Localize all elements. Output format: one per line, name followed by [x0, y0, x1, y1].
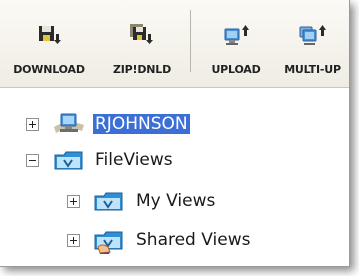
multi-upload-button[interactable]: MULTI-UP — [276, 0, 349, 87]
download-button[interactable]: DOWNLOAD — [0, 0, 98, 87]
zip-download-button[interactable]: ZIP!DNLD — [98, 0, 186, 87]
upload-computer-icon — [224, 25, 249, 45]
file-browser-window: DOWNLOAD ZIP!DNLD UPLOAD MULTI-UP RJOHNS… — [0, 0, 350, 267]
upload-label: UPLOAD — [211, 63, 261, 76]
tree-node-fileviews[interactable]: FileViews — [0, 146, 349, 178]
tree-node-my-views[interactable]: My Views — [0, 187, 349, 219]
multi-upload-label: MULTI-UP — [284, 63, 341, 76]
upload-button[interactable]: UPLOAD — [196, 0, 276, 87]
floppy-download-icon — [39, 26, 61, 44]
network-computer-icon — [54, 113, 84, 133]
toolbar: DOWNLOAD ZIP!DNLD UPLOAD MULTI-UP — [0, 0, 349, 88]
expand-toggle[interactable] — [26, 118, 39, 131]
toolbar-separator — [190, 10, 191, 72]
tree-node-label: FileViews — [95, 150, 173, 170]
shared-folder-icon — [94, 231, 123, 254]
collapse-toggle[interactable] — [26, 154, 39, 167]
expand-toggle[interactable] — [67, 234, 80, 247]
folder-icon — [94, 192, 123, 211]
tree-node-label: RJOHNSON — [93, 114, 190, 134]
expand-toggle[interactable] — [67, 195, 80, 208]
tree-node-shared-views[interactable]: Shared Views — [0, 226, 349, 258]
tree-node-label: My Views — [136, 191, 216, 211]
multi-upload-computer-icon — [299, 25, 326, 45]
zip-download-icon — [130, 24, 153, 44]
tree-node-rjohnson[interactable]: RJOHNSON — [0, 110, 349, 142]
fileviews-folder-icon — [54, 151, 83, 170]
tree-node-label: Shared Views — [136, 230, 251, 250]
folder-tree: RJOHNSON FileViews My Views Shared Views — [0, 88, 349, 266]
zip-download-label: ZIP!DNLD — [112, 63, 172, 76]
download-label: DOWNLOAD — [13, 63, 85, 76]
